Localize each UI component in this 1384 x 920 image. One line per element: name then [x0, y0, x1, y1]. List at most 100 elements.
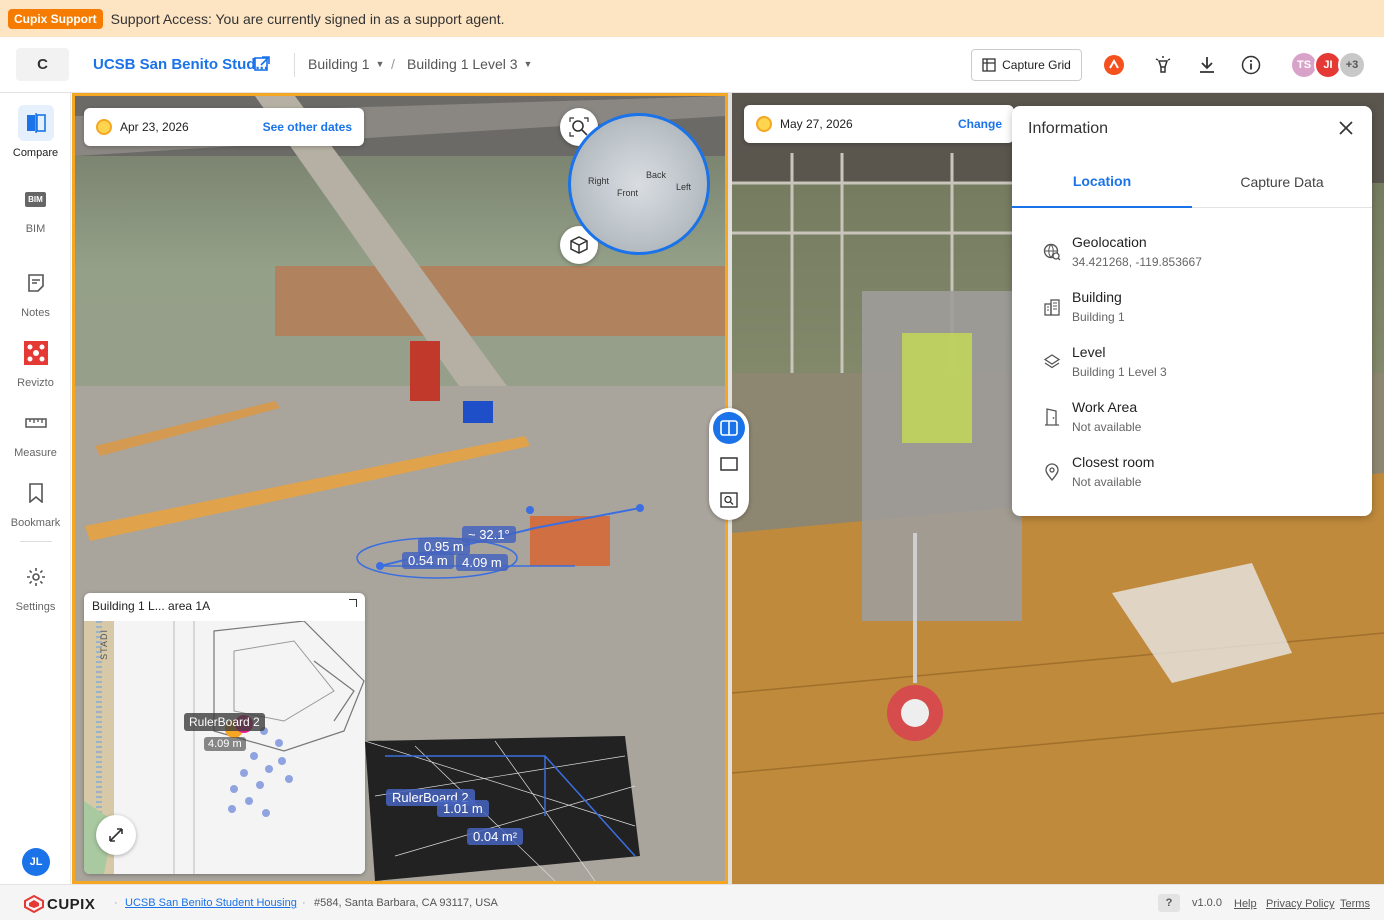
change-date-link[interactable]: Change: [958, 117, 1002, 131]
rail-item-measure[interactable]: Measure: [0, 405, 71, 459]
avatar-more[interactable]: +3: [1338, 51, 1366, 79]
app-logo-button[interactable]: C: [16, 48, 69, 81]
info-row-work-area: Work Area Not available: [1042, 399, 1342, 439]
info-icon[interactable]: [1239, 53, 1263, 77]
rail-divider: [20, 541, 52, 542]
footer-separator: ·: [114, 897, 118, 909]
info-row-level: Level Building 1 Level 3: [1042, 344, 1342, 384]
see-other-dates-link[interactable]: See other dates: [263, 120, 352, 134]
expand-floorplan-button[interactable]: [96, 815, 136, 855]
measure-label[interactable]: 4.09 m: [456, 554, 508, 571]
minimap-back: Back: [646, 170, 667, 180]
rail-item-bim[interactable]: BIM BIM: [0, 181, 71, 235]
help-question-button[interactable]: ?: [1158, 894, 1180, 912]
split-view-button[interactable]: [713, 412, 745, 444]
info-label: Work Area: [1072, 399, 1138, 415]
collaborator-avatars[interactable]: TS JI +3: [1290, 51, 1370, 79]
info-panel-title: Information: [1028, 120, 1109, 137]
minimap-front: Front: [617, 188, 639, 198]
info-value: Building 1: [1072, 310, 1125, 324]
project-name-link[interactable]: UCSB San Benito Stud...: [93, 56, 268, 73]
footer-separator: ·: [302, 897, 306, 909]
floorplan-marker-value: 4.09 m: [204, 737, 246, 751]
single-view-button[interactable]: [713, 448, 745, 480]
expand-arrows-icon: [109, 828, 123, 842]
left-panorama-viewer[interactable]: Apr 23, 2026 See other dates Right Front…: [72, 93, 728, 884]
right-date[interactable]: May 27, 2026: [780, 117, 853, 131]
left-rail: Compare BIM BIM Notes Revizto Measure Bo…: [0, 93, 71, 884]
capture-sun-icon: [96, 119, 112, 135]
breadcrumb-level[interactable]: Building 1 Level 3 ▼: [407, 56, 532, 72]
info-label: Level: [1072, 344, 1106, 360]
info-value: Building 1 Level 3: [1072, 365, 1167, 379]
globe-search-icon: [1042, 242, 1062, 262]
revizto-icon: [18, 335, 54, 371]
capture-sun-icon: [756, 116, 772, 132]
grid-icon: [982, 58, 996, 72]
view-mode-toggle: [709, 408, 749, 520]
floorplan-card[interactable]: Building 1 L... area 1A RulerBoard 2 4.0…: [84, 593, 365, 874]
top-bar: C UCSB San Benito Stud... Building 1 ▼ /…: [0, 37, 1384, 93]
measure-angle-label[interactable]: ~ 32.1°: [462, 526, 516, 543]
layers-icon: [1042, 352, 1062, 372]
footer-address: #584, Santa Barbara, CA 93117, USA: [314, 897, 498, 909]
info-row-geolocation: Geolocation 34.421268, -119.853667: [1042, 234, 1342, 274]
tab-capture-data[interactable]: Capture Data: [1192, 156, 1372, 208]
caret-down-icon: ▼: [523, 59, 533, 69]
lightbulb-icon[interactable]: [1151, 53, 1175, 77]
floorplan-title: Building 1 L... area 1A: [92, 599, 211, 613]
notes-icon: [18, 265, 54, 301]
footer: CUPIX · UCSB San Benito Student Housing …: [0, 884, 1384, 920]
floorplan-axis-text: STADI: [99, 629, 109, 660]
rail-item-notes[interactable]: Notes: [0, 265, 71, 319]
privacy-policy-link[interactable]: Privacy Policy: [1266, 898, 1334, 910]
door-icon: [1042, 407, 1062, 427]
tab-location[interactable]: Location: [1012, 156, 1192, 208]
orientation-minimap[interactable]: Right Front Back Left: [568, 113, 710, 255]
info-label: Closest room: [1072, 454, 1155, 470]
caret-down-icon: ▼: [375, 59, 385, 69]
rail-label-measure: Measure: [14, 447, 57, 459]
info-value: Not available: [1072, 420, 1142, 434]
left-date[interactable]: Apr 23, 2026: [120, 120, 189, 134]
cupix-logo-icon: [24, 895, 44, 913]
corner-expand-icon[interactable]: [349, 599, 357, 607]
measure-label[interactable]: 0.54 m: [402, 552, 454, 569]
download-icon[interactable]: [1195, 53, 1219, 77]
user-avatar[interactable]: JL: [22, 848, 50, 876]
rail-item-revizto[interactable]: Revizto: [0, 335, 71, 389]
terms-link[interactable]: Terms: [1340, 898, 1370, 910]
bookmark-icon: [18, 475, 54, 511]
cupix-logo[interactable]: CUPIX: [24, 895, 95, 913]
rail-label-compare: Compare: [12, 147, 59, 159]
pin-icon: [1042, 462, 1062, 482]
breadcrumb-building[interactable]: Building 1 ▼: [308, 56, 384, 72]
rail-label-bookmark: Bookmark: [10, 517, 61, 529]
split-view-icon: [720, 420, 738, 436]
info-row-building: Building Building 1: [1042, 289, 1342, 329]
capture-grid-button[interactable]: Capture Grid: [971, 49, 1082, 81]
rail-label-bim: BIM: [25, 223, 46, 235]
close-icon[interactable]: [1338, 120, 1354, 136]
version-label: v1.0.0: [1192, 897, 1222, 909]
cube-icon: [570, 236, 588, 254]
rail-item-settings[interactable]: Settings: [0, 559, 71, 613]
help-link[interactable]: Help: [1234, 898, 1257, 910]
left-date-card: Apr 23, 2026 See other dates: [84, 108, 364, 146]
support-message: Support Access: You are currently signed…: [110, 10, 505, 27]
info-row-closest-room: Closest room Not available: [1042, 454, 1342, 494]
info-value: 34.421268, -119.853667: [1072, 255, 1202, 269]
rail-item-compare[interactable]: Compare: [0, 105, 71, 159]
divider: [294, 53, 295, 77]
search-icon: [569, 117, 589, 137]
breadcrumb-building-label: Building 1: [308, 56, 370, 72]
measure-label[interactable]: 1.01 m: [437, 800, 489, 817]
external-link-icon[interactable]: [253, 55, 271, 73]
right-date-card: May 27, 2026 Change: [744, 105, 1014, 143]
revizto-sync-icon[interactable]: [1102, 53, 1126, 77]
footer-project-link[interactable]: UCSB San Benito Student Housing: [125, 897, 297, 909]
area-label[interactable]: 0.04 m²: [467, 828, 524, 845]
info-value: Not available: [1072, 475, 1142, 489]
rail-item-bookmark[interactable]: Bookmark: [0, 475, 71, 529]
overlay-view-button[interactable]: [713, 484, 745, 516]
